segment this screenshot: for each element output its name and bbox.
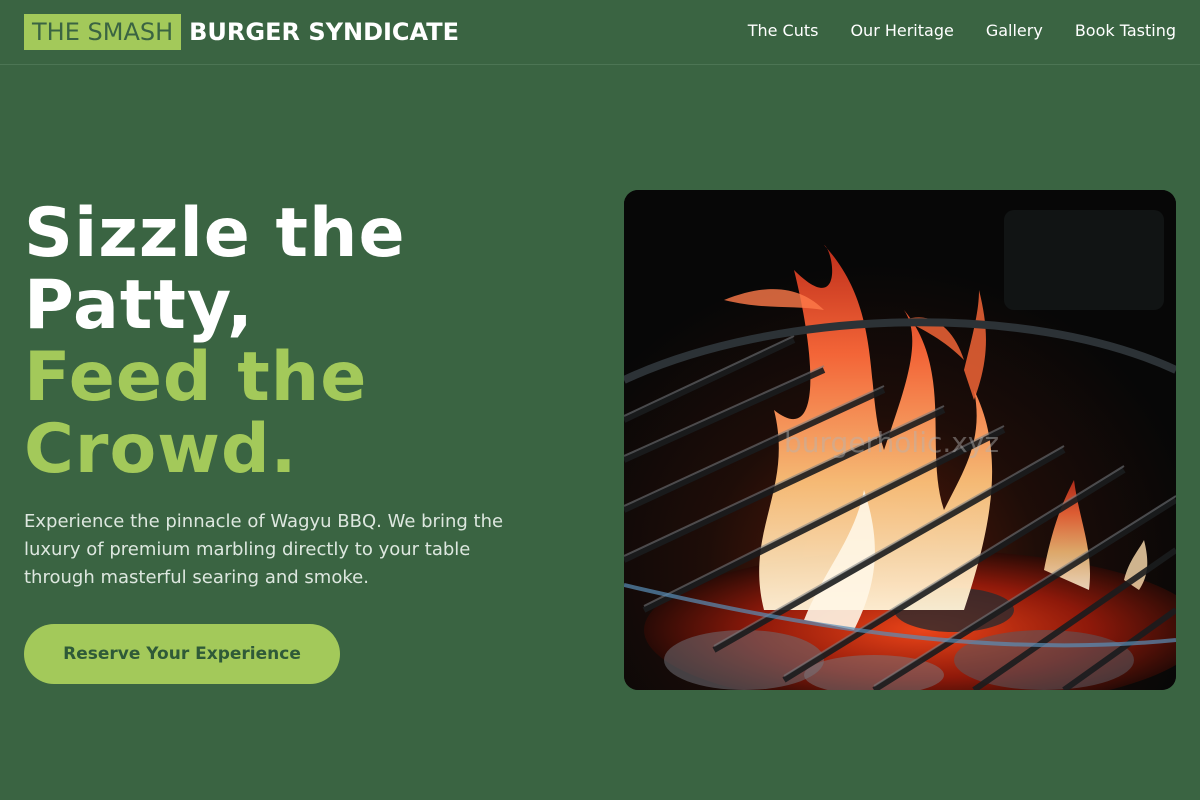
reserve-experience-button[interactable]: Reserve Your Experience (24, 624, 340, 684)
hero-title-line-3: Feed the (24, 338, 368, 417)
site-header: THE SMASH BURGER SYNDICATE The Cuts Our … (0, 0, 1200, 65)
hero-title-line-4: Crowd. (24, 410, 298, 489)
hero-title: Sizzle the Patty, Feed the Crowd. (24, 198, 584, 486)
grill-flames-illustration (624, 190, 1176, 690)
hero-title-line-1: Sizzle the (24, 194, 406, 273)
nav-link-the-cuts[interactable]: The Cuts (748, 20, 819, 42)
main-nav: The Cuts Our Heritage Gallery Book Tasti… (748, 20, 1176, 42)
nav-link-book-tasting[interactable]: Book Tasting (1075, 20, 1176, 42)
nav-link-our-heritage[interactable]: Our Heritage (850, 20, 953, 42)
nav-link-gallery[interactable]: Gallery (986, 20, 1043, 42)
hero-grill-image: burgerholic.xyz (624, 190, 1176, 690)
hero-description: Experience the pinnacle of Wagyu BBQ. We… (24, 511, 504, 588)
hero-title-line-2: Patty, (24, 266, 254, 345)
logo-text: BURGER SYNDICATE (189, 18, 460, 46)
logo-highlight: THE SMASH (24, 14, 182, 50)
site-logo[interactable]: THE SMASH BURGER SYNDICATE (24, 14, 459, 50)
